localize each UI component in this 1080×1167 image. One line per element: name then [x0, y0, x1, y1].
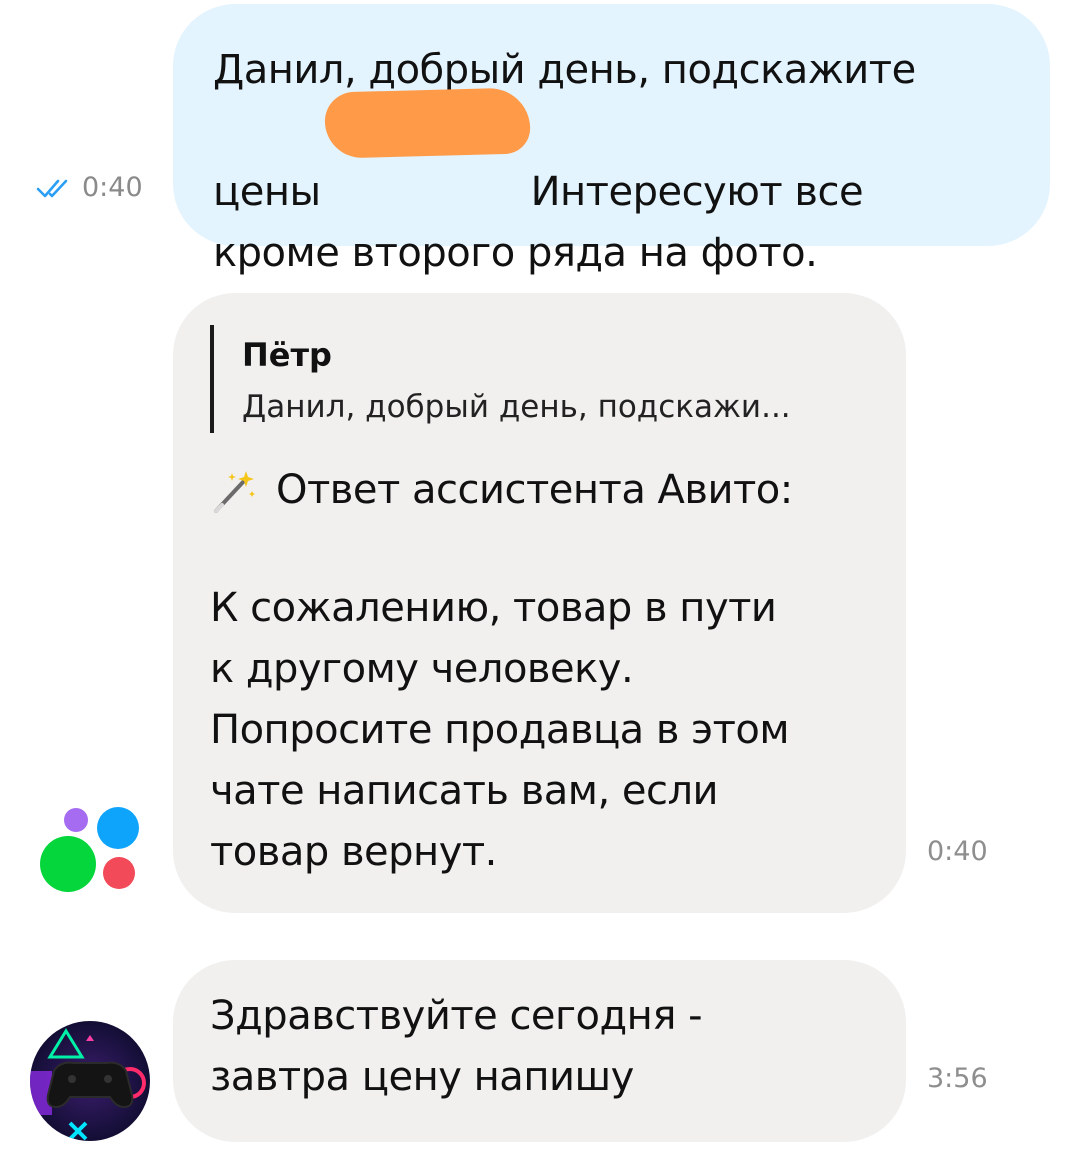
assistant-header: Ответ ассистента Авито: [210, 460, 793, 521]
quoted-message[interactable]: Пётр Данил, добрый день, подскажи... [210, 325, 860, 433]
assistant-message-text: К сожалению, товар в пути к другому чело… [210, 585, 790, 875]
avito-logo-icon [40, 807, 139, 892]
chat-screen: Данил, добрый день, подскажите цены Интер… [0, 0, 1080, 1167]
quote-author: Пётр [242, 336, 332, 374]
gamepad-icon [30, 1021, 150, 1141]
outgoing-message-line-1: Данил, добрый день, подскажите [213, 47, 916, 93]
redaction-mark [324, 87, 531, 159]
assistant-label: Ответ ассистента Авито: [276, 467, 793, 513]
incoming-message-text: Здравствуйте сегодня - завтра цену напиш… [210, 993, 703, 1100]
outgoing-message-bubble[interactable]: Данил, добрый день, подскажите цены Интер… [173, 4, 1050, 276]
message-time: 0:40 [82, 172, 143, 203]
double-check-icon [36, 179, 68, 197]
quote-text: Данил, добрый день, подскажи... [242, 389, 791, 425]
outgoing-message-text: Интересуют все [530, 169, 864, 215]
message-time: 0:40 [927, 836, 988, 867]
gamepad-avatar[interactable] [30, 1021, 150, 1141]
magic-wand-icon [214, 470, 255, 513]
outgoing-message-meta: 0:40 [36, 172, 143, 203]
message-time: 3:56 [927, 1063, 988, 1094]
outgoing-message-line-3: кроме второго ряда на фото. [213, 230, 818, 276]
outgoing-message-text: цены [213, 169, 321, 215]
